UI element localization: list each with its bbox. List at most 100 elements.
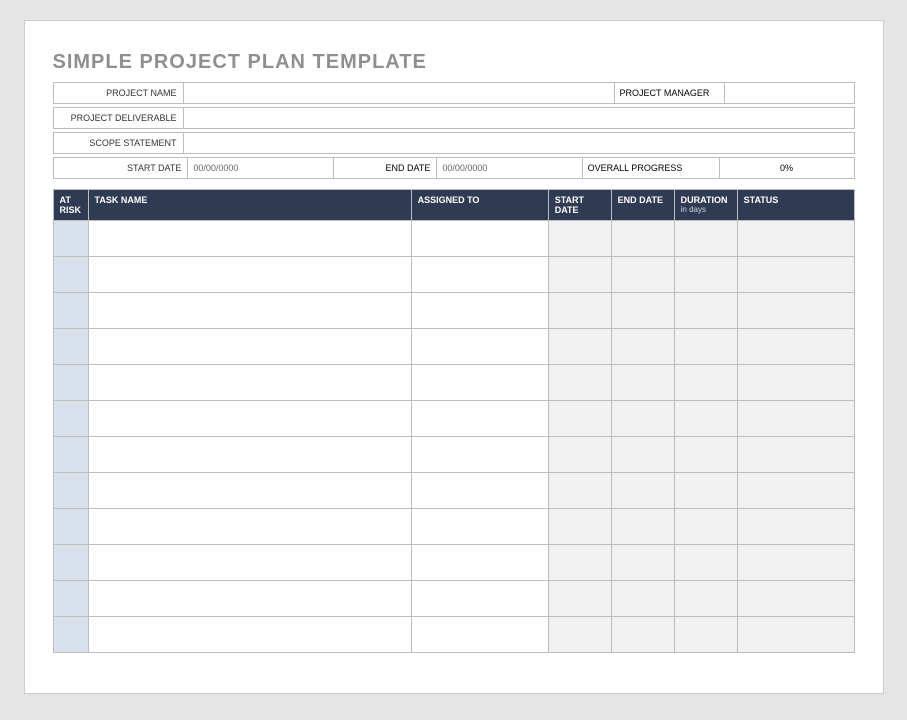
cell-duration[interactable] [674,257,737,293]
cell-duration[interactable] [674,545,737,581]
cell-end-date[interactable] [611,509,674,545]
cell-end-date[interactable] [611,221,674,257]
cell-end-date[interactable] [611,257,674,293]
cell-at-risk[interactable] [53,509,88,545]
cell-duration[interactable] [674,509,737,545]
cell-start-date[interactable] [548,293,611,329]
cell-status[interactable] [737,257,854,293]
cell-status[interactable] [737,437,854,473]
header-task-name: TASK NAME [88,190,411,221]
cell-duration[interactable] [674,365,737,401]
cell-at-risk[interactable] [53,329,88,365]
cell-at-risk[interactable] [53,293,88,329]
cell-assigned-to[interactable] [411,437,548,473]
cell-at-risk[interactable] [53,365,88,401]
cell-end-date[interactable] [611,545,674,581]
cell-end-date[interactable] [611,329,674,365]
cell-start-date[interactable] [548,437,611,473]
cell-start-date[interactable] [548,473,611,509]
cell-end-date[interactable] [611,617,674,653]
cell-assigned-to[interactable] [411,581,548,617]
table-row [53,365,854,401]
cell-assigned-to[interactable] [411,293,548,329]
cell-task-name[interactable] [88,293,411,329]
cell-end-date[interactable] [611,401,674,437]
cell-task-name[interactable] [88,509,411,545]
cell-task-name[interactable] [88,473,411,509]
cell-status[interactable] [737,293,854,329]
cell-task-name[interactable] [88,401,411,437]
cell-at-risk[interactable] [53,545,88,581]
cell-start-date[interactable] [548,257,611,293]
cell-duration[interactable] [674,293,737,329]
table-row [53,221,854,257]
cell-at-risk[interactable] [53,581,88,617]
info-row-1: PROJECT NAME PROJECT MANAGER [53,82,855,104]
cell-at-risk[interactable] [53,221,88,257]
cell-duration[interactable] [674,329,737,365]
cell-duration[interactable] [674,617,737,653]
cell-at-risk[interactable] [53,257,88,293]
cell-duration[interactable] [674,437,737,473]
cell-status[interactable] [737,581,854,617]
cell-status[interactable] [737,617,854,653]
cell-duration[interactable] [674,581,737,617]
table-row [53,509,854,545]
cell-end-date[interactable] [611,437,674,473]
cell-at-risk[interactable] [53,473,88,509]
cell-assigned-to[interactable] [411,401,548,437]
cell-at-risk[interactable] [53,401,88,437]
cell-start-date[interactable] [548,509,611,545]
cell-at-risk[interactable] [53,617,88,653]
cell-assigned-to[interactable] [411,329,548,365]
cell-task-name[interactable] [88,329,411,365]
value-start-date[interactable]: 00/00/0000 [188,158,333,179]
cell-end-date[interactable] [611,365,674,401]
value-scope-statement[interactable] [183,133,854,154]
cell-at-risk[interactable] [53,437,88,473]
cell-start-date[interactable] [548,365,611,401]
cell-end-date[interactable] [611,473,674,509]
table-row [53,617,854,653]
cell-assigned-to[interactable] [411,509,548,545]
cell-task-name[interactable] [88,545,411,581]
cell-status[interactable] [737,221,854,257]
cell-task-name[interactable] [88,437,411,473]
table-row [53,401,854,437]
value-project-name[interactable] [183,83,614,104]
cell-assigned-to[interactable] [411,221,548,257]
cell-end-date[interactable] [611,293,674,329]
cell-duration[interactable] [674,221,737,257]
cell-status[interactable] [737,401,854,437]
cell-task-name[interactable] [88,365,411,401]
cell-task-name[interactable] [88,581,411,617]
cell-status[interactable] [737,509,854,545]
cell-start-date[interactable] [548,545,611,581]
value-project-manager[interactable] [724,83,854,104]
cell-duration[interactable] [674,473,737,509]
cell-end-date[interactable] [611,581,674,617]
cell-start-date[interactable] [548,617,611,653]
cell-task-name[interactable] [88,617,411,653]
cell-start-date[interactable] [548,329,611,365]
cell-assigned-to[interactable] [411,617,548,653]
info-row-3: SCOPE STATEMENT [53,132,855,154]
value-end-date[interactable]: 00/00/0000 [437,158,582,179]
cell-assigned-to[interactable] [411,365,548,401]
cell-start-date[interactable] [548,581,611,617]
cell-assigned-to[interactable] [411,545,548,581]
cell-assigned-to[interactable] [411,257,548,293]
value-project-deliverable[interactable] [183,108,854,129]
cell-status[interactable] [737,329,854,365]
cell-task-name[interactable] [88,257,411,293]
header-at-risk: AT RISK [53,190,88,221]
cell-task-name[interactable] [88,221,411,257]
cell-duration[interactable] [674,401,737,437]
cell-start-date[interactable] [548,401,611,437]
cell-status[interactable] [737,545,854,581]
cell-start-date[interactable] [548,221,611,257]
cell-status[interactable] [737,473,854,509]
cell-assigned-to[interactable] [411,473,548,509]
cell-status[interactable] [737,365,854,401]
label-project-name: PROJECT NAME [53,83,183,104]
